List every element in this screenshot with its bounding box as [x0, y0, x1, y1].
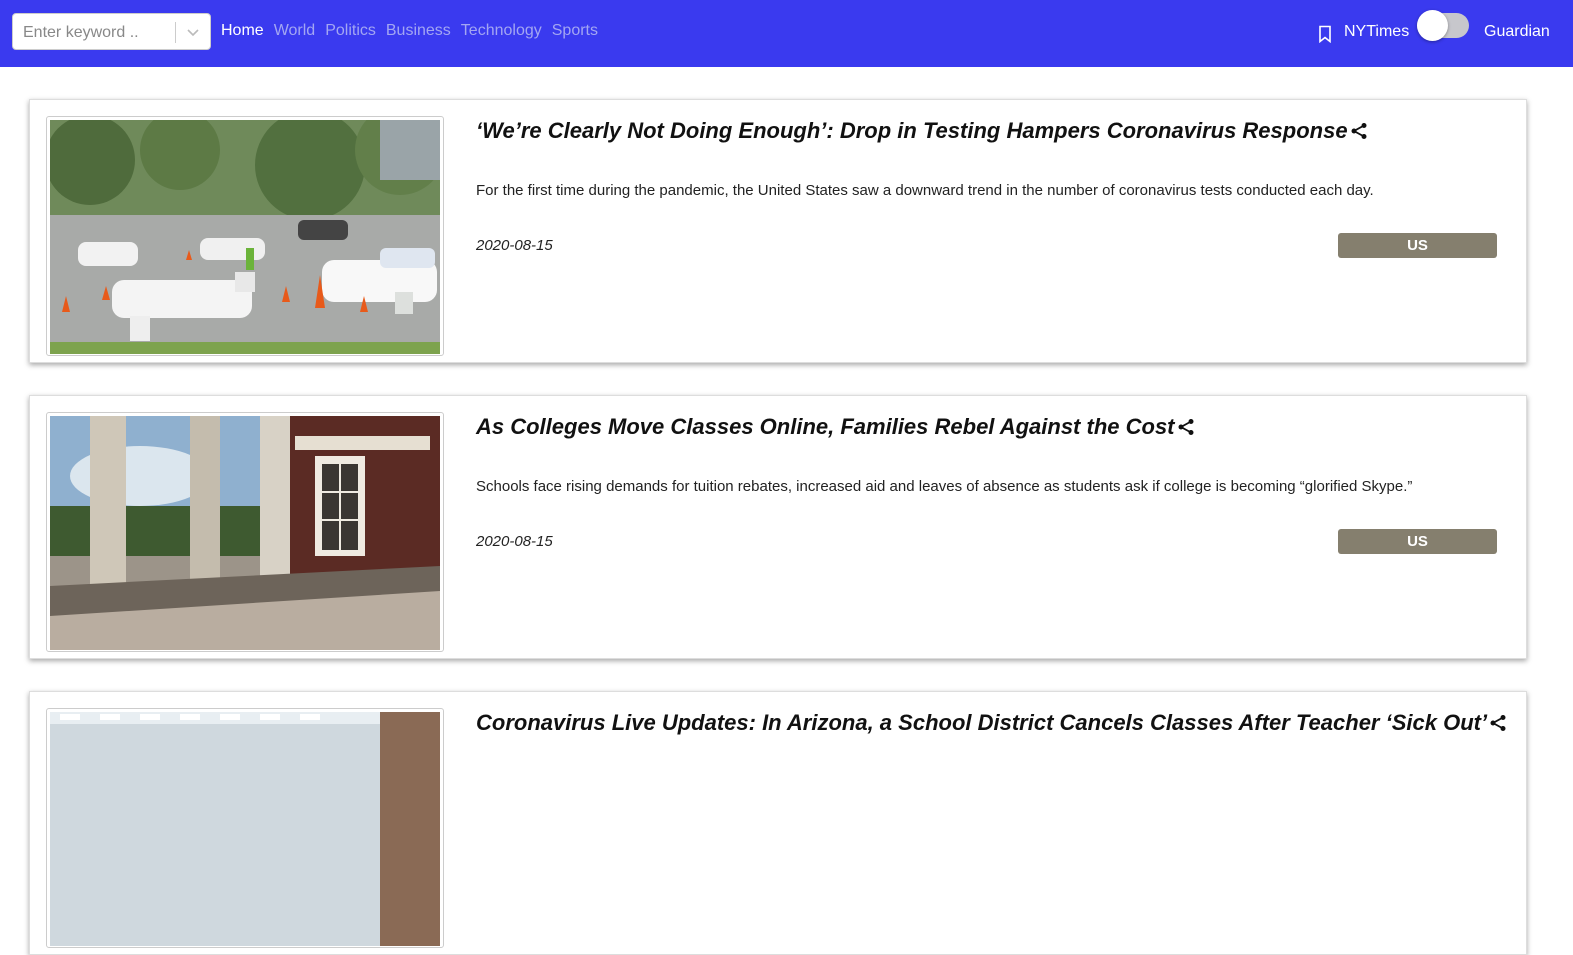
- section-nav: Home World Politics Business Technology …: [221, 22, 598, 40]
- article-image: [46, 708, 444, 948]
- bookmark-icon[interactable]: [1318, 25, 1332, 43]
- nav-business[interactable]: Business: [386, 22, 451, 40]
- article-description: For the first time during the pandemic, …: [476, 182, 1374, 199]
- top-navbar: Home World Politics Business Technology …: [0, 0, 1573, 67]
- article-title-text[interactable]: As Colleges Move Classes Online, Familie…: [476, 414, 1175, 439]
- article-date: 2020-08-15: [476, 533, 553, 550]
- article-title[interactable]: ‘We’re Clearly Not Doing Enough’: Drop i…: [476, 118, 1368, 144]
- source-toggle-switch[interactable]: [1417, 10, 1469, 41]
- nav-sports[interactable]: Sports: [552, 22, 598, 40]
- share-icon[interactable]: [1177, 418, 1195, 436]
- nav-politics[interactable]: Politics: [325, 22, 376, 40]
- article-title[interactable]: As Colleges Move Classes Online, Familie…: [476, 414, 1195, 440]
- article-title-text[interactable]: Coronavirus Live Updates: In Arizona, a …: [476, 710, 1487, 735]
- article-card[interactable]: Coronavirus Live Updates: In Arizona, a …: [29, 691, 1527, 955]
- article-description: Schools face rising demands for tuition …: [476, 478, 1413, 495]
- search-separator: [175, 22, 176, 43]
- source-label-guardian: Guardian: [1484, 23, 1550, 40]
- article-date: 2020-08-15: [476, 237, 553, 254]
- share-icon[interactable]: [1350, 122, 1368, 140]
- share-icon[interactable]: [1489, 714, 1507, 732]
- chevron-down-icon[interactable]: [186, 25, 200, 39]
- article-card[interactable]: As Colleges Move Classes Online, Familie…: [29, 395, 1527, 659]
- keyword-search-select[interactable]: [12, 13, 211, 50]
- section-badge: US: [1338, 233, 1497, 258]
- section-badge: US: [1338, 529, 1497, 554]
- article-card[interactable]: ‘We’re Clearly Not Doing Enough’: Drop i…: [29, 99, 1527, 363]
- article-image: [46, 116, 444, 356]
- toggle-knob: [1417, 10, 1448, 41]
- search-input[interactable]: [23, 23, 173, 43]
- source-label-nytimes: NYTimes: [1344, 23, 1410, 40]
- article-title-text[interactable]: ‘We’re Clearly Not Doing Enough’: Drop i…: [476, 118, 1348, 143]
- nav-world[interactable]: World: [274, 22, 316, 40]
- nav-home[interactable]: Home: [221, 22, 264, 40]
- nav-technology[interactable]: Technology: [461, 22, 542, 40]
- article-title[interactable]: Coronavirus Live Updates: In Arizona, a …: [476, 710, 1507, 736]
- article-image: [46, 412, 444, 652]
